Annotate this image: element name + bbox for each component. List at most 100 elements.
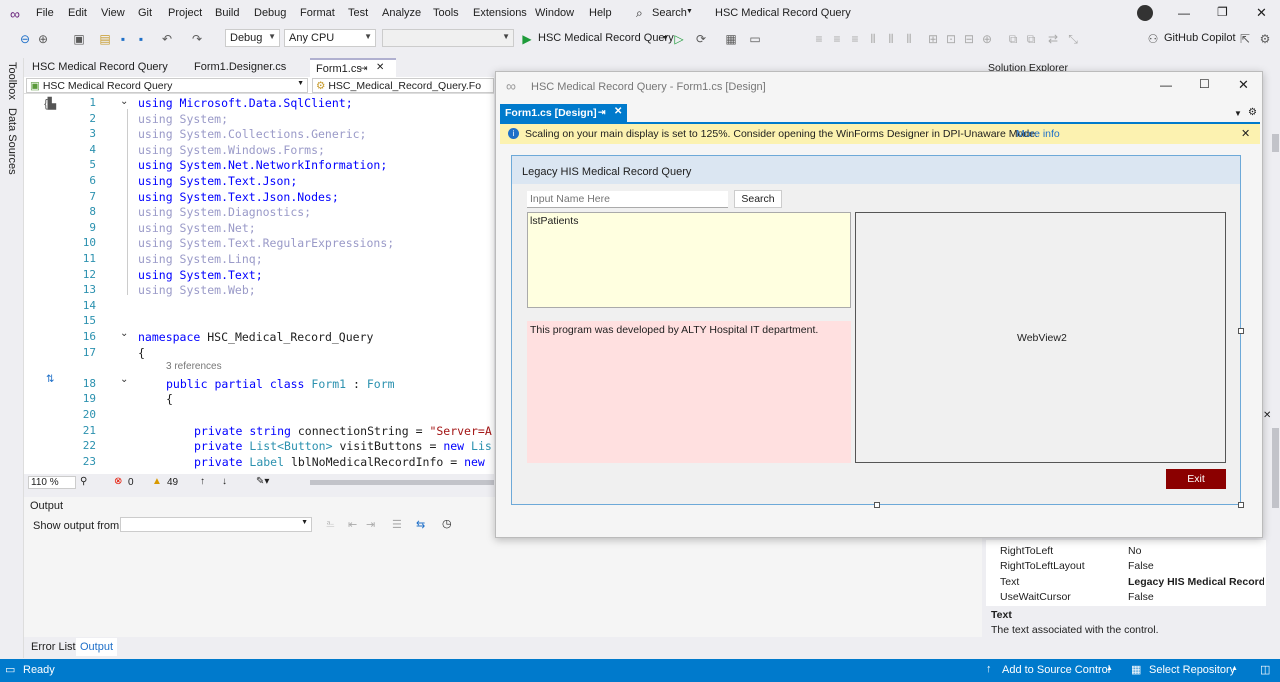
code-editor[interactable]: {▙ ⌄ 1 using Microsoft.Data.SqlClient; 2u… <box>24 94 494 474</box>
minimize-icon[interactable]: — <box>1160 78 1172 92</box>
align-left-icon[interactable]: ≡ <box>812 32 826 46</box>
property-value[interactable]: Legacy HIS Medical Record C <box>1128 576 1264 588</box>
form1-preview[interactable]: Legacy HIS Medical Record Query Search l… <box>511 155 1244 508</box>
exit-button[interactable]: Exit <box>1166 469 1226 489</box>
resize-handle[interactable] <box>1238 502 1244 508</box>
maximize-icon[interactable]: ❐ <box>1217 5 1228 19</box>
menu-help[interactable]: Help <box>589 7 612 19</box>
horizontal-scrollbar[interactable] <box>310 480 494 485</box>
menu-build[interactable]: Build <box>215 7 239 19</box>
share-icon[interactable]: ⇱ <box>1238 32 1252 46</box>
resize-handle[interactable] <box>874 502 880 508</box>
menu-test[interactable]: Test <box>348 7 368 19</box>
close-icon[interactable]: ✕ <box>1241 127 1250 140</box>
output-source-select[interactable]: ▼ <box>120 517 312 532</box>
clock-icon[interactable]: ◷ <box>442 517 452 530</box>
webview2-control[interactable]: WebView2 <box>855 212 1226 463</box>
property-value[interactable]: False <box>1128 560 1154 572</box>
copilot-icon[interactable]: ⚇ <box>1146 32 1160 46</box>
menu-tools[interactable]: Tools <box>433 7 459 19</box>
toolbox-tab[interactable]: Toolbox <box>6 62 18 100</box>
platform-select[interactable]: Any CPU ▼ <box>284 29 376 47</box>
project-dropdown[interactable]: ▣ HSC Medical Record Query ▼ <box>26 78 308 93</box>
minimize-icon[interactable]: — <box>1178 6 1190 20</box>
search-icon[interactable]: ⌕ <box>636 6 643 21</box>
name-input-field[interactable] <box>530 193 720 205</box>
menu-format[interactable]: Format <box>300 7 335 19</box>
start-debug-icon[interactable]: ▶ <box>520 32 534 46</box>
property-value[interactable]: No <box>1128 545 1141 557</box>
zoom-icon[interactable]: ⊕ <box>980 32 994 46</box>
word-wrap-icon[interactable]: ⇆ <box>416 518 425 531</box>
error-icon[interactable]: ⊗ <box>114 476 122 487</box>
save-all-icon[interactable]: ▪ <box>134 32 148 46</box>
align-right-icon[interactable]: ≡ <box>848 32 862 46</box>
search-button[interactable]: Search <box>734 190 782 208</box>
menu-project[interactable]: Project <box>168 7 202 19</box>
align-top-icon[interactable]: ⫴ <box>866 32 880 46</box>
chevron-down-icon[interactable]: ▼ <box>1234 109 1242 118</box>
configuration-select[interactable]: Debug ▼ <box>225 29 280 47</box>
zoom-level[interactable]: 110 % <box>28 476 76 489</box>
run-button[interactable]: HSC Medical Record Query <box>538 32 674 44</box>
pin-icon[interactable]: ⇥ <box>598 107 606 118</box>
copilot-button[interactable]: GitHub Copilot <box>1164 32 1236 44</box>
pin-icon[interactable]: ⇥ <box>360 63 368 74</box>
more-icon[interactable]: ⤡ <box>1066 32 1080 46</box>
align-center-icon[interactable]: ≡ <box>830 32 844 46</box>
redo-icon[interactable]: ↷ <box>190 32 204 46</box>
menu-view[interactable]: View <box>101 7 125 19</box>
clear-icon[interactable]: ☰ <box>392 518 402 531</box>
menu-git[interactable]: Git <box>138 7 152 19</box>
menu-extensions[interactable]: Extensions <box>473 7 527 19</box>
save-icon[interactable]: ▪ <box>116 32 130 46</box>
designer-tab[interactable]: Form1.cs [Design] ⇥ ✕ <box>500 104 627 122</box>
tab-output[interactable]: Output <box>76 638 118 656</box>
menu-edit[interactable]: Edit <box>68 7 87 19</box>
close-icon[interactable]: ✕ <box>376 62 384 73</box>
add-to-source-control-button[interactable]: Add to Source Control <box>1002 664 1110 676</box>
prev-icon[interactable]: ⇤ <box>348 518 357 531</box>
vertical-scrollbar[interactable] <box>1272 428 1279 508</box>
tab-form1-designer-cs[interactable]: Form1.Designer.cs <box>188 58 292 77</box>
lock-icon[interactable]: ⇄ <box>1046 32 1060 46</box>
next-icon[interactable]: ⇥ <box>366 518 375 531</box>
settings-icon[interactable]: ⚙ <box>1258 32 1272 46</box>
more-info-link[interactable]: More info <box>1016 128 1060 140</box>
arrow-down-icon[interactable]: ↓ <box>222 476 227 487</box>
patients-list[interactable]: lstPatients <box>527 212 851 308</box>
property-value[interactable]: False <box>1128 591 1154 603</box>
code-lens-references[interactable]: 3 references <box>166 361 222 372</box>
back-icon[interactable]: ⊖ <box>18 32 32 46</box>
vertical-scrollbar[interactable] <box>1272 134 1279 152</box>
tab-error-list[interactable]: Error List <box>31 641 76 653</box>
align-bottom-icon[interactable]: ⫴ <box>902 32 916 46</box>
maximize-icon[interactable]: ☐ <box>1199 77 1210 91</box>
start-without-debug-icon[interactable]: ▷ <box>672 32 686 46</box>
spacing-icon[interactable]: ⊟ <box>962 32 976 46</box>
notification-icon[interactable]: ◫ <box>1260 663 1270 676</box>
menu-analyze[interactable]: Analyze <box>382 7 421 19</box>
open-icon[interactable]: ▤ <box>98 32 112 46</box>
data-sources-tab[interactable]: Data Sources <box>6 108 18 175</box>
forward-icon[interactable]: ⊕ <box>36 32 50 46</box>
hot-reload-icon[interactable]: ⟳ <box>694 32 708 46</box>
size-to-grid-icon[interactable]: ⊡ <box>944 32 958 46</box>
align-middle-icon[interactable]: ⫴ <box>884 32 898 46</box>
settings-icon[interactable]: ⚙ <box>1248 107 1257 118</box>
menu-debug[interactable]: Debug <box>254 7 286 19</box>
browse-icon[interactable]: ▦ <box>724 32 738 46</box>
name-input[interactable] <box>527 191 728 208</box>
tab-project[interactable]: HSC Medical Record Query <box>26 58 174 77</box>
tab-form1-cs[interactable]: Form1.cs ⇥ ✕ <box>310 58 396 77</box>
close-icon[interactable]: ✕ <box>1256 5 1267 21</box>
output-content[interactable] <box>24 537 982 637</box>
close-icon[interactable]: ✕ <box>614 106 622 117</box>
layout-icon[interactable]: ▭ <box>748 32 762 46</box>
close-icon[interactable]: ✕ <box>1238 77 1249 93</box>
undo-icon[interactable]: ↶ <box>160 32 174 46</box>
menu-file[interactable]: File <box>36 7 54 19</box>
warning-icon[interactable]: ▲ <box>152 476 162 487</box>
arrow-up-icon[interactable]: ↑ <box>200 476 205 487</box>
class-dropdown[interactable]: ⚙ HSC_Medical_Record_Query.Fo <box>312 78 494 93</box>
